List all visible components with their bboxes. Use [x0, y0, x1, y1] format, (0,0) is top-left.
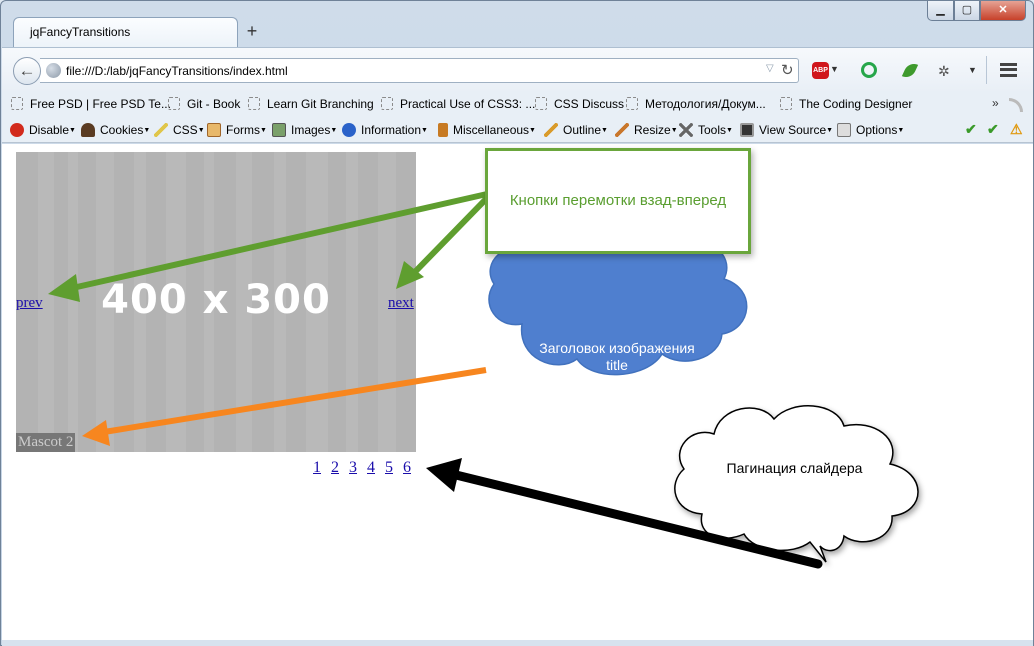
- warning-icon[interactable]: ⚠: [1010, 121, 1023, 138]
- rss-icon[interactable]: [1009, 98, 1023, 112]
- information-icon: [342, 123, 356, 137]
- title-bar: jqFancyTransitions + ▁ ▢ ✕: [1, 1, 1033, 47]
- bookmark-item[interactable]: Free PSD | Free PSD Te...: [11, 97, 171, 111]
- page-icon: [780, 97, 792, 110]
- image-slider[interactable]: 400 x 300 Mascot 2: [16, 152, 416, 452]
- nav-buttons-note: Кнопки перемотки взад-вперед: [485, 148, 751, 254]
- html-valid-check-icon[interactable]: ✔: [987, 121, 999, 138]
- bookmark-item[interactable]: Git - Book: [168, 97, 240, 111]
- tools-icon: [679, 123, 693, 137]
- disable-icon: [10, 123, 24, 137]
- navigation-toolbar: file:///D:/lab/jqFancyTransitions/index.…: [2, 47, 1033, 91]
- toolbar-separator: [986, 56, 987, 84]
- devbar-cookies[interactable]: Cookies▼: [81, 123, 150, 137]
- globe-icon: [46, 63, 61, 78]
- tab-title: jqFancyTransitions: [30, 25, 131, 39]
- page-content: 400 x 300 Mascot 2 prev next 1 2 3 4 5 6: [2, 144, 1033, 640]
- maximize-button[interactable]: ▢: [954, 1, 980, 21]
- pagination-link[interactable]: 1: [313, 459, 321, 477]
- devbar-resize[interactable]: Resize▼: [615, 123, 678, 137]
- resize-icon: [615, 123, 629, 137]
- devbar-outline[interactable]: Outline▼: [544, 123, 608, 137]
- miscellaneous-icon: [438, 123, 448, 137]
- pagination-cloud-shape: [674, 405, 919, 563]
- web-developer-toolbar: Disable▼ Cookies▼ CSS▼ Forms▼ Images▼ In…: [2, 117, 1033, 143]
- bookmark-item[interactable]: Методология/Докум...: [626, 97, 766, 111]
- pagination-link[interactable]: 5: [385, 459, 393, 477]
- page-icon: [168, 97, 180, 110]
- slide-caption: Mascot 2: [16, 433, 76, 452]
- url-dropdown-icon[interactable]: ▽: [766, 63, 774, 74]
- pagination-link[interactable]: 6: [403, 459, 411, 477]
- bookmarks-overflow-icon[interactable]: »: [992, 96, 999, 110]
- back-button[interactable]: ←: [13, 57, 41, 85]
- outline-icon: [544, 123, 558, 137]
- forms-icon: [207, 123, 221, 137]
- devbar-images[interactable]: Images▼: [272, 123, 337, 137]
- title-cloud-text: Заголовок изображения title: [539, 340, 695, 373]
- page-icon: [248, 97, 260, 110]
- devbar-options[interactable]: Options▼: [837, 123, 904, 137]
- prev-link[interactable]: prev: [16, 295, 43, 312]
- green-ring-extension-icon[interactable]: [861, 62, 877, 78]
- bookmark-item[interactable]: Practical Use of CSS3: ...: [381, 97, 535, 111]
- firebug-icon[interactable]: ✲: [938, 63, 950, 80]
- adblock-dropdown-icon[interactable]: ▼: [830, 64, 839, 74]
- reload-icon[interactable]: ↻: [781, 61, 794, 79]
- css-icon: [154, 123, 168, 137]
- firebug-dropdown-icon[interactable]: ▼: [968, 65, 977, 75]
- css-valid-check-icon[interactable]: ✔: [965, 121, 977, 138]
- devbar-forms[interactable]: Forms▼: [207, 123, 267, 137]
- page-icon: [11, 97, 23, 110]
- browser-window: jqFancyTransitions + ▁ ▢ ✕ file:///D:/la…: [0, 0, 1034, 646]
- devbar-miscellaneous[interactable]: Miscellaneous▼: [438, 123, 536, 137]
- new-tab-button[interactable]: +: [244, 21, 260, 41]
- window-bottom-border: [2, 640, 1033, 646]
- adblock-plus-icon[interactable]: ABP: [812, 62, 829, 79]
- page-icon: [626, 97, 638, 110]
- pagination-cloud-text: Пагинация слайдера: [726, 460, 863, 476]
- devbar-css[interactable]: CSS▼: [154, 123, 205, 137]
- hamburger-menu-icon[interactable]: [1000, 63, 1017, 77]
- pagination-link[interactable]: 4: [367, 459, 375, 477]
- view-source-icon: [740, 123, 754, 137]
- url-text[interactable]: file:///D:/lab/jqFancyTransitions/index.…: [66, 64, 288, 78]
- pagination-link[interactable]: 2: [331, 459, 339, 477]
- devbar-disable[interactable]: Disable▼: [10, 123, 76, 137]
- next-link[interactable]: next: [388, 295, 414, 312]
- url-bar[interactable]: file:///D:/lab/jqFancyTransitions/index.…: [40, 58, 799, 83]
- pagination-link[interactable]: 3: [349, 459, 357, 477]
- images-icon: [272, 123, 286, 137]
- bookmarks-bar: Free PSD | Free PSD Te... Git - Book Lea…: [2, 91, 1033, 117]
- minimize-button[interactable]: ▁: [927, 1, 954, 21]
- leaf-extension-icon[interactable]: [901, 60, 919, 81]
- close-button[interactable]: ✕: [980, 1, 1026, 21]
- bookmark-item[interactable]: Learn Git Branching: [248, 97, 374, 111]
- devbar-information[interactable]: Information▼: [342, 123, 428, 137]
- bookmark-item[interactable]: The Coding Designer: [780, 97, 912, 111]
- devbar-view-source[interactable]: View Source▼: [740, 123, 833, 137]
- tab-jqfancytransitions[interactable]: jqFancyTransitions: [13, 17, 238, 47]
- slide-image-label: 400 x 300: [101, 277, 331, 323]
- devbar-tools[interactable]: Tools▼: [679, 123, 733, 137]
- cookies-icon: [81, 123, 95, 137]
- page-icon: [381, 97, 393, 110]
- options-icon: [837, 123, 851, 137]
- bookmark-item[interactable]: CSS Discuss: [535, 97, 624, 111]
- page-icon: [535, 97, 547, 110]
